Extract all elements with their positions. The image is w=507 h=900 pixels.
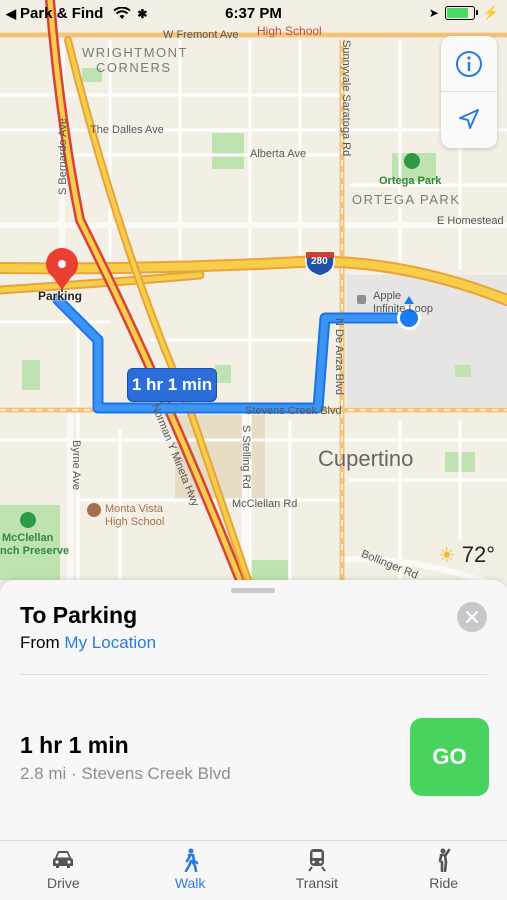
close-button[interactable] (457, 602, 487, 632)
train-icon (308, 849, 326, 872)
car-icon (53, 851, 74, 868)
parking-pin-label: Parking (38, 289, 83, 303)
map-label-infinite-loop: Infinite Loop (373, 303, 433, 315)
park-marker-icon (404, 153, 420, 169)
route-time-badge[interactable]: 1 hr 1 min (127, 368, 217, 402)
battery-icon (444, 6, 478, 20)
map-label-mcclellan-rd: McClellan Rd (232, 498, 298, 510)
tab-walk-label: Walk (174, 875, 206, 891)
map-label-monta-vista-hs: High School (105, 516, 165, 528)
apple-marker-icon (357, 295, 366, 304)
transport-mode-tabs: Drive Walk Transit Ride (0, 840, 507, 900)
directions-sheet: To Parking From My Location 1 hr 1 min 2… (0, 580, 507, 840)
map-label-ortega-region: ORTEGA PARK (352, 192, 461, 207)
map-label-corners: CORNERS (96, 60, 172, 75)
tab-ride-label: Ride (429, 875, 459, 891)
map-label-dalles: The Dalles Ave (90, 124, 164, 136)
info-button[interactable] (441, 36, 497, 92)
map-label-byrne: Byrne Ave (70, 440, 82, 490)
map-label-stelling: S Stelling Rd (240, 425, 252, 489)
map-label-stevens-creek: Stevens Creek Blvd (245, 405, 342, 417)
map-label-wrightmont: WRIGHTMONT (82, 45, 188, 60)
origin-prefix: From (20, 633, 60, 652)
weather-indicator: ☀ 72° (438, 542, 495, 568)
tab-drive-label: Drive (47, 875, 80, 891)
school-marker-icon (87, 503, 101, 517)
map-label-apple: Apple (373, 290, 402, 302)
map-view[interactable]: W Fremont Ave High School Sunnyvale Sara… (0, 0, 507, 600)
go-button[interactable]: GO (410, 718, 489, 796)
tracking-button[interactable] (441, 92, 497, 148)
temperature: 72° (461, 542, 495, 567)
charging-icon: ⚡ (482, 5, 499, 20)
map-label-fremont: W Fremont Ave (163, 29, 239, 41)
map-label-cupertino: Cupertino (318, 446, 414, 471)
map-label-ortega-park: Ortega Park (379, 175, 442, 187)
divider (20, 674, 487, 675)
park-marker-icon (20, 512, 36, 528)
map-label-sunnyvale-saratoga: Sunnyvale Saratoga Rd (340, 40, 352, 157)
route-duration: 1 hr 1 min (20, 732, 129, 758)
sheet-grabber[interactable] (231, 588, 275, 593)
battery-fill (446, 8, 469, 18)
map-label-de-anza: N De Anza Blvd (333, 318, 345, 396)
origin-line: From My Location (20, 633, 156, 653)
location-arrow-icon (459, 109, 479, 129)
map-controls (441, 36, 497, 148)
tab-ride[interactable]: Ride (380, 841, 507, 900)
location-arrow-icon: ➤ (428, 6, 439, 20)
sun-icon: ☀ (437, 544, 456, 567)
map-label-bernardo: S Bernardo Ave (57, 118, 69, 195)
close-icon (466, 611, 478, 623)
route-time-text: 1 hr 1 min (131, 375, 213, 394)
map-label-homestead: E Homestead (437, 215, 504, 227)
map-label-ranch-preserve: nch Preserve (0, 545, 70, 557)
map-label-monta-vista: Monta Vista (105, 503, 163, 515)
origin-link[interactable]: My Location (64, 633, 156, 652)
map-label-mcclellan: McClellan (2, 532, 54, 544)
tab-transit[interactable]: Transit (254, 841, 381, 900)
map-label-280: 280 (311, 256, 328, 267)
ride-icon (438, 848, 450, 872)
info-icon (456, 50, 482, 77)
tab-drive[interactable]: Drive (0, 841, 127, 900)
map-label-alberta: Alberta Ave (250, 148, 307, 160)
tab-walk[interactable]: Walk (127, 841, 254, 900)
route-distance: 2.8 mi · Stevens Creek Blvd (20, 764, 231, 783)
tab-transit-label: Transit (295, 875, 339, 891)
destination-title: To Parking (20, 602, 138, 628)
walk-icon (184, 848, 199, 872)
status-bar: ◀ Park & Find ✱ 6:37 PM ➤ ⚡ (0, 0, 507, 28)
